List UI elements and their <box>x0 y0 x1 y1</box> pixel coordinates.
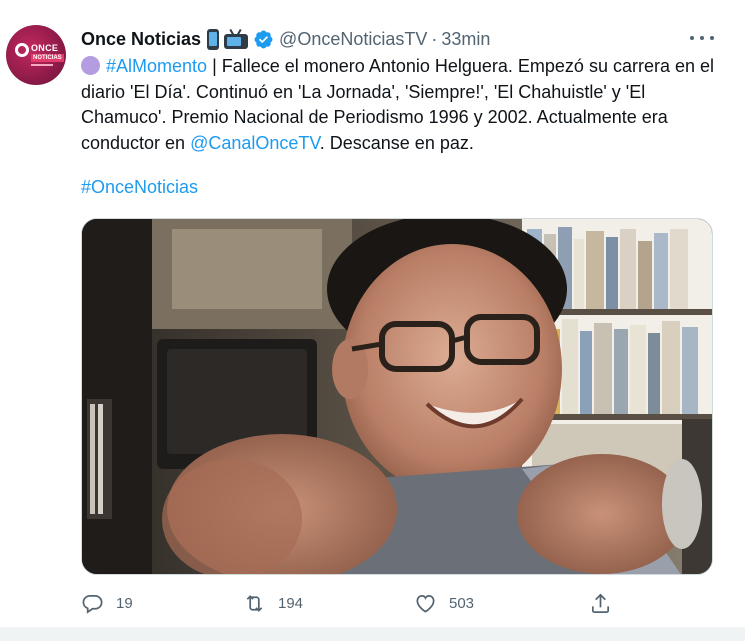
purple-circle-emoji-icon <box>81 56 100 75</box>
display-name[interactable]: Once Noticias <box>81 29 201 50</box>
share-icon <box>591 593 610 613</box>
retweet-button[interactable]: 194 <box>243 588 303 618</box>
more-options-icon[interactable] <box>690 28 714 48</box>
reply-icon <box>82 594 103 614</box>
like-count: 503 <box>449 594 475 612</box>
reply-count: 19 <box>116 594 133 612</box>
mention-canaloncetv[interactable]: @CanalOnceTV <box>190 133 320 153</box>
handle[interactable]: @OnceNoticiasTV <box>279 29 427 50</box>
hashtag-oncenoticias[interactable]: #OnceNoticias <box>81 177 198 198</box>
tweet-text-part-2: . Descanse en paz. <box>319 132 474 153</box>
timestamp[interactable]: 33min <box>441 29 490 50</box>
heart-icon <box>416 594 435 613</box>
separator-dot: · <box>431 28 438 49</box>
reply-button[interactable]: 19 <box>81 588 133 618</box>
tweet-card[interactable]: ONCE NOTICIAS Once Noticias @OnceNoticia… <box>0 0 745 641</box>
retweet-icon <box>246 594 263 612</box>
tweet-actions: 19 194 503 <box>81 588 641 618</box>
television-emoji-icon <box>224 28 249 49</box>
tweet-photo[interactable] <box>81 218 713 575</box>
retweet-count: 194 <box>278 594 304 612</box>
mobile-phone-emoji-icon <box>207 28 220 50</box>
avatar[interactable]: ONCE NOTICIAS <box>6 25 66 85</box>
photo-illustration <box>82 219 712 574</box>
timeline-divider <box>0 627 745 641</box>
like-button[interactable]: 503 <box>414 588 474 618</box>
avatar-logo-line <box>31 64 53 66</box>
tweet-header: Once Noticias @OnceNoticiasTV · 33min <box>81 27 490 51</box>
share-button[interactable] <box>589 588 612 618</box>
verified-badge-icon <box>254 30 273 48</box>
hashtag-almomento[interactable]: #AlMomento <box>106 56 207 76</box>
avatar-logo-once: ONCE <box>31 43 59 53</box>
tweet-text: #AlMomento | Fallece el monero Antonio H… <box>81 54 731 156</box>
logo-ring <box>15 43 29 57</box>
avatar-logo-noticias: NOTICIAS <box>31 54 64 62</box>
